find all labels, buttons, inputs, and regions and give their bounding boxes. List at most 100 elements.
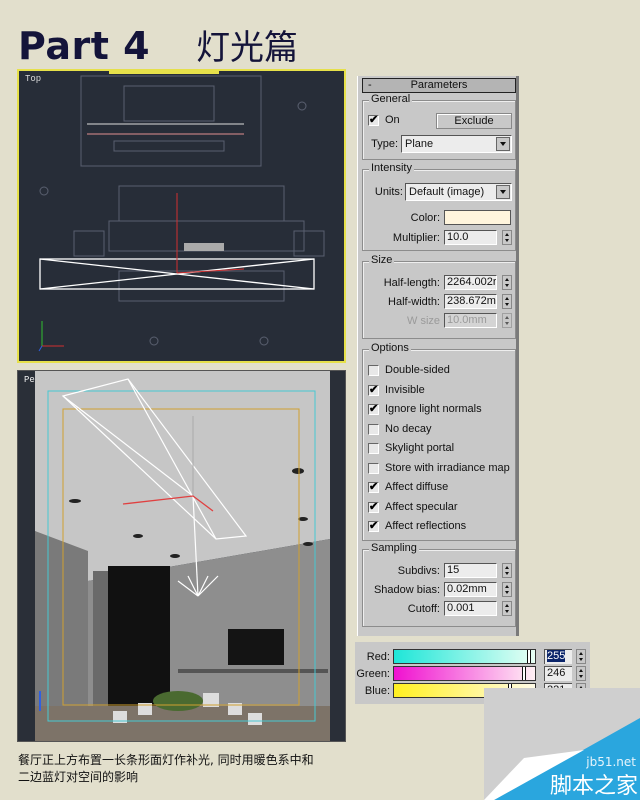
table-object <box>184 243 224 251</box>
green-slider-handle[interactable] <box>522 667 527 680</box>
w-size-input: 10.0mm <box>444 313 497 328</box>
group-title: General <box>369 93 413 105</box>
rollout-title: Parameters <box>410 79 468 91</box>
perspective-render <box>18 371 345 741</box>
units-value: Default (image) <box>409 186 485 198</box>
w-size-spinner <box>502 313 512 328</box>
exclude-button[interactable]: Exclude <box>436 113 512 129</box>
option-checkbox[interactable] <box>368 365 379 376</box>
option-label: No decay <box>385 422 432 435</box>
size-group: Size Half-length: 2264.002r Half-width: … <box>362 254 516 339</box>
floor <box>35 706 330 741</box>
half-width-spinner[interactable] <box>502 294 512 309</box>
watermark: jb51.net 脚本之家 <box>484 688 640 800</box>
on-checkbox[interactable]: ✔ <box>368 115 379 126</box>
option-checkbox[interactable]: ✔ <box>368 521 379 532</box>
red-slider-handle[interactable] <box>527 650 531 663</box>
option-label: Ignore light normals <box>385 403 482 415</box>
chevron-down-icon[interactable] <box>496 185 510 199</box>
group-title: Sampling <box>369 542 419 554</box>
subdivs-input[interactable]: 15 <box>444 563 497 578</box>
axis-tripod-icon <box>38 321 64 352</box>
shelf <box>178 669 328 673</box>
option-label: Affect diffuse <box>385 481 449 493</box>
cutoff-spinner[interactable] <box>502 601 512 616</box>
red-label: Red: <box>366 651 390 663</box>
color-swatch[interactable] <box>444 210 511 225</box>
chapter-title: 灯光篇 <box>196 28 299 68</box>
red-slider[interactable] <box>393 649 536 664</box>
parameters-panel: - Parameters General ✔ On Exclude Type: … <box>357 76 519 636</box>
top-view-wireframe <box>38 71 325 352</box>
selected-edge-highlight <box>109 71 219 74</box>
option-label: Affect specular <box>385 500 458 513</box>
units-label: Units: <box>374 186 403 198</box>
group-title: Intensity <box>369 162 414 174</box>
caption-line-1: 餐厅正上方布置一长条形面灯作补光, 同时用暖色系中和 <box>18 753 314 767</box>
shadow-bias-input[interactable]: 0.02mm <box>444 582 497 597</box>
multiplier-label: Multiplier: <box>392 232 440 244</box>
viewport-label-persp[interactable]: Pe <box>24 375 35 385</box>
chevron-down-icon[interactable] <box>496 137 510 151</box>
type-dropdown[interactable]: Plane <box>401 135 512 153</box>
top-viewport[interactable]: Top <box>17 69 346 363</box>
tv-screen <box>228 629 284 665</box>
green-slider[interactable] <box>393 666 536 681</box>
shadow-bias-label: Shadow bias: <box>373 584 440 596</box>
options-group: Options Double-sided ✔ Invisible ✔ Ignore li… <box>362 342 516 541</box>
option-checkbox[interactable]: ✔ <box>368 404 379 415</box>
half-length-spinner[interactable] <box>502 275 512 290</box>
option-checkbox[interactable]: ✔ <box>368 501 379 513</box>
type-value: Plane <box>405 138 434 150</box>
caption: 餐厅正上方布置一长条形面灯作补光, 同时用暖色系中和 二边蓝灯对空间的影响 <box>18 752 314 786</box>
half-width-label: Half-width: <box>388 296 440 308</box>
perspective-viewport[interactable]: Pe <box>17 370 346 742</box>
furniture-wireframe <box>39 75 325 346</box>
plant <box>153 691 203 711</box>
option-checkbox[interactable]: ✔ <box>368 384 379 396</box>
shadow-bias-spinner[interactable] <box>502 582 512 597</box>
on-label: On <box>385 114 400 126</box>
option-label: Invisible <box>385 383 425 396</box>
green-input[interactable]: 246 <box>544 666 572 681</box>
option-checkbox[interactable] <box>368 462 379 474</box>
red-spinner[interactable] <box>576 649 586 664</box>
w-size-label: W size <box>407 315 440 327</box>
parameters-rollout-header[interactable]: - Parameters <box>362 78 516 93</box>
blue-label: Blue: <box>364 685 390 697</box>
units-dropdown[interactable]: Default (image) <box>405 183 512 201</box>
red-input[interactable]: 255 <box>544 649 572 664</box>
group-title: Size <box>369 254 395 266</box>
cutoff-input[interactable]: 0.001 <box>444 601 497 616</box>
viewport-label-top[interactable]: Top <box>25 74 41 84</box>
type-label: Type: <box>371 138 398 150</box>
multiplier-spinner[interactable] <box>502 230 512 245</box>
option-checkbox[interactable] <box>368 423 379 435</box>
option-checkbox[interactable] <box>368 443 379 454</box>
half-length-input[interactable]: 2264.002r <box>444 275 497 290</box>
cutoff-label: Cutoff: <box>407 603 440 615</box>
page-title: Part 4 灯光篇 <box>18 20 298 70</box>
subdivs-spinner[interactable] <box>502 563 512 578</box>
option-label: Skylight portal <box>385 442 455 454</box>
color-label: Color: <box>410 212 440 224</box>
watermark-url: jb51.net <box>586 755 636 769</box>
caption-line-2: 二边蓝灯对空间的影响 <box>18 770 139 784</box>
half-width-input[interactable]: 238.672m <box>444 294 497 309</box>
sampling-group: Sampling Subdivs: 15 Shadow bias: 0.02mm… <box>362 542 516 627</box>
green-spinner[interactable] <box>576 666 586 681</box>
group-title: Options <box>369 342 411 354</box>
option-label: Double-sided <box>385 364 450 376</box>
general-group: General ✔ On Exclude Type: Plane <box>362 93 516 160</box>
intensity-group: Intensity Units: Default (image) Color: … <box>362 162 516 251</box>
subdivs-label: Subdivs: <box>397 565 440 577</box>
part-number: Part 4 <box>18 24 151 68</box>
multiplier-input[interactable]: 10.0 <box>444 230 497 245</box>
red-value: 255 <box>547 650 566 662</box>
half-length-label: Half-length: <box>383 277 440 289</box>
option-label: Affect reflections <box>385 520 467 532</box>
option-label: Store with irradiance map <box>385 461 510 474</box>
watermark-name: 脚本之家 <box>549 774 638 799</box>
option-checkbox[interactable]: ✔ <box>368 482 379 493</box>
green-label: Green: <box>356 668 390 680</box>
